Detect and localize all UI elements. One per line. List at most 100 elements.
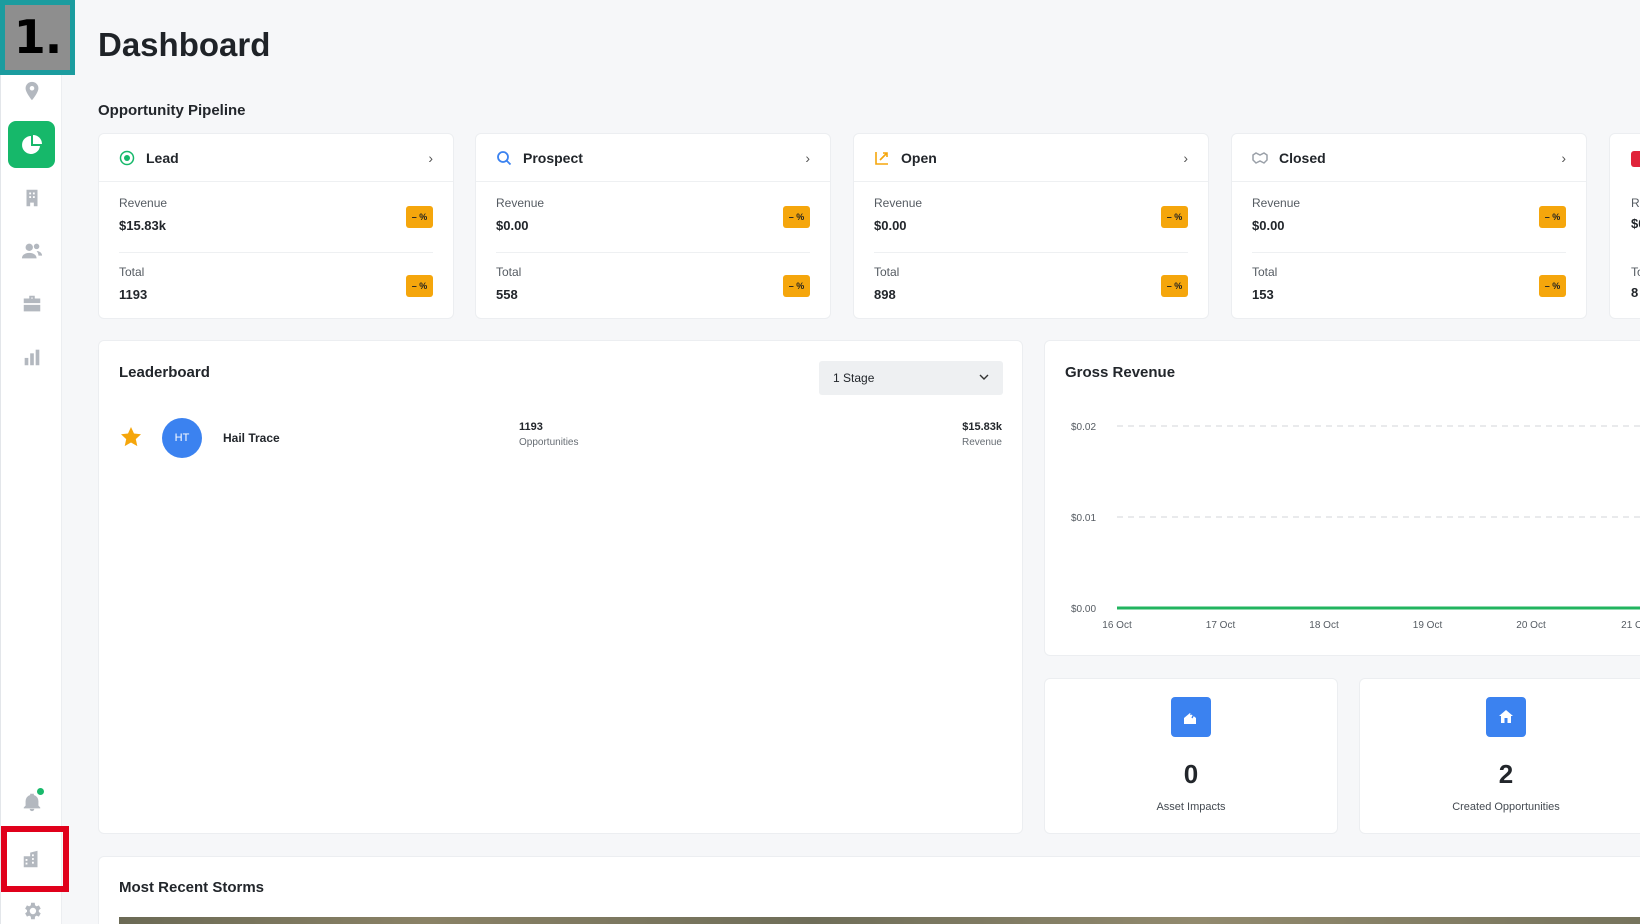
percent-badge: – % (1539, 275, 1566, 297)
handshake-icon (1252, 150, 1268, 166)
pipeline-card-open[interactable]: Open › Revenue $0.00 – % Total 898 – % (853, 133, 1209, 319)
x-tick-label: 21 Oc (1621, 620, 1640, 631)
percent-badge: – % (783, 206, 810, 228)
revenue-value: $0.00 (1252, 218, 1285, 233)
target-icon (119, 150, 135, 166)
x-tick-label: 18 Oct (1309, 620, 1339, 631)
pie-chart-icon[interactable] (8, 121, 55, 168)
percent-badge: – % (1161, 275, 1188, 297)
pipeline-card-lead[interactable]: Lead › Revenue $15.83k – % Total 1193 – … (98, 133, 454, 319)
revenue-label: Revenue (961, 437, 1002, 448)
leader-name: Hail Trace (223, 431, 280, 445)
partial-label: Re (1631, 196, 1640, 210)
total-value: 558 (496, 287, 518, 302)
y-tick-label: $0.00 (1071, 604, 1096, 615)
leader-revenue: $15.83k Revenue (962, 421, 1002, 448)
chevron-right-icon[interactable]: › (1183, 150, 1188, 166)
percent-badge: – % (783, 275, 810, 297)
percent-badge: – % (406, 206, 433, 228)
revenue-metric: Revenue $0.00 – % (1252, 196, 1566, 233)
total-value: 1193 (119, 287, 148, 302)
percent-badge: – % (1539, 206, 1566, 228)
briefcase-icon[interactable] (15, 287, 49, 321)
card-title: Open (901, 149, 937, 166)
stage-select[interactable]: 1 Stage (819, 361, 1003, 395)
asset-impacts-card[interactable]: 0 Asset Impacts (1044, 678, 1338, 834)
step-badge: 1. (0, 0, 75, 75)
storms-title: Most Recent Storms (119, 879, 265, 896)
card-title: Prospect (523, 149, 583, 166)
pipeline-card-closed[interactable]: Closed › Revenue $0.00 – % Total 153 – % (1231, 133, 1587, 319)
step-number: 1. (5, 5, 70, 70)
avatar: HT (162, 418, 202, 458)
partial-value: $0 (1631, 216, 1640, 231)
revenue-label: Revenue (874, 196, 923, 210)
revenue-value: $0.00 (874, 218, 907, 233)
revenue-label: Revenue (496, 196, 545, 210)
storms-map[interactable] (119, 917, 1640, 924)
settings-icon[interactable] (15, 894, 49, 924)
total-label: Total (1252, 265, 1278, 279)
partial-card-icon (1631, 151, 1640, 167)
total-value: 153 (1252, 287, 1274, 302)
x-tick-label: 16 Oct (1102, 620, 1132, 631)
total-label: Total (119, 265, 145, 279)
location-pin-icon[interactable] (15, 74, 49, 108)
star-icon (119, 425, 143, 449)
chevron-right-icon[interactable]: › (1561, 150, 1566, 166)
total-value: 898 (874, 287, 896, 302)
x-tick-label: 17 Oct (1206, 620, 1236, 631)
chevron-down-icon (979, 371, 989, 385)
card-title: Closed (1279, 149, 1326, 166)
stage-select-value: 1 Stage (833, 371, 875, 385)
gross-revenue-card: Gross Revenue $0.00 $0.01 $0.02 16 Oct 17 Oc… (1044, 340, 1640, 656)
revenue-value: $0.00 (496, 218, 529, 233)
y-tick-label: $0.01 (1071, 513, 1096, 524)
percent-badge: – % (1161, 206, 1188, 228)
x-tick-label: 20 Oct (1516, 620, 1546, 631)
leader-opportunities: 1193 Opportunities (519, 421, 578, 448)
revenue-label: Revenue (119, 196, 168, 210)
chevron-right-icon[interactable]: › (428, 150, 433, 166)
gross-revenue-chart: $0.00 $0.01 $0.02 16 Oct 17 Oct 18 Oct 19 Oct 2… (1071, 422, 1640, 631)
highlight-box (1, 826, 69, 892)
leaderboard-card: Leaderboard 1 Stage HT Hail Trace 1193 O… (98, 340, 1023, 834)
search-icon (496, 150, 512, 166)
total-metric: Total 558 – % (496, 265, 810, 302)
sidebar (0, 0, 62, 924)
pipeline-label: Opportunity Pipeline (98, 102, 246, 119)
house-icon (1486, 697, 1526, 737)
opportunities-label: Opportunities (519, 437, 579, 448)
total-metric: Total 1193 – % (119, 265, 433, 302)
stat-label: Created Opportunities (1452, 801, 1560, 813)
partial-value: 8 (1631, 285, 1639, 300)
opportunities-value: 1193 (519, 421, 543, 433)
revenue-metric: Revenue $15.83k – % (119, 196, 433, 233)
pipeline-card-prospect[interactable]: Prospect › Revenue $0.00 – % Total 558 –… (475, 133, 831, 319)
revenue-metric: Revenue $0.00 – % (874, 196, 1188, 233)
leaderboard-row[interactable]: HT Hail Trace 1193 Opportunities $15.83k… (119, 416, 1002, 460)
revenue-label: Revenue (1252, 196, 1301, 210)
total-label: Total (496, 265, 522, 279)
created-opportunities-card[interactable]: 2 Created Opportunities (1359, 678, 1640, 834)
bell-icon[interactable] (15, 785, 49, 819)
bar-chart-icon[interactable] (15, 340, 49, 374)
total-label: Total (874, 265, 900, 279)
building-icon[interactable] (15, 181, 49, 215)
stat-label: Asset Impacts (1156, 801, 1226, 813)
revenue-value: $15.83k (962, 421, 1002, 433)
pipeline-card-partial[interactable]: Re $0 To 8 (1609, 133, 1640, 319)
page-title: Dashboard (98, 26, 271, 63)
chevron-right-icon[interactable]: › (805, 150, 810, 166)
recent-storms-card: Most Recent Storms (98, 856, 1640, 924)
open-arrow-icon (874, 150, 890, 166)
percent-badge: – % (406, 275, 433, 297)
stat-value: 2 (1498, 759, 1514, 789)
revenue-value: $15.83k (119, 218, 166, 233)
card-title: Lead (146, 149, 179, 166)
total-metric: Total 898 – % (874, 265, 1188, 302)
y-tick-label: $0.02 (1071, 422, 1096, 433)
x-tick-label: 19 Oct (1413, 620, 1443, 631)
users-icon[interactable] (15, 234, 49, 268)
leaderboard-title: Leaderboard (119, 364, 210, 381)
